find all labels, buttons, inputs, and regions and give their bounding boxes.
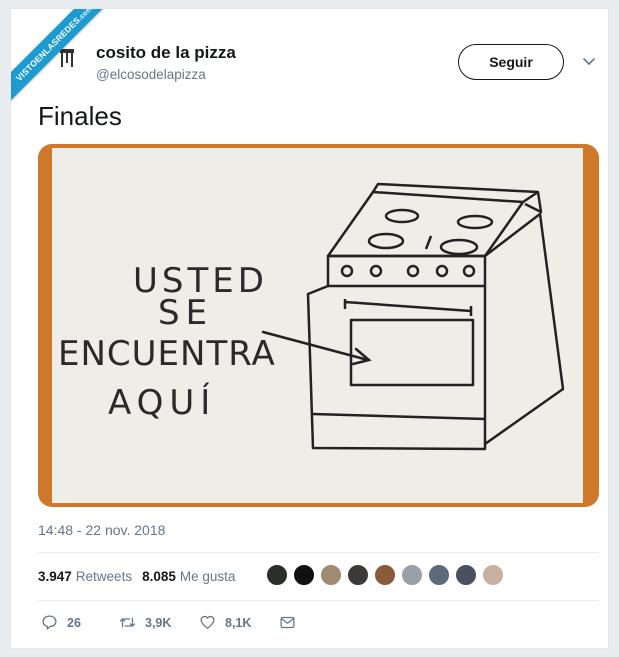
retweet-icon [119, 617, 136, 628]
tweet-card: VISTOENLASREDES.com cosito de la pizza @… [10, 8, 609, 649]
sign-line-4: AQUÍ [108, 382, 216, 423]
liker-avatar[interactable] [266, 564, 288, 586]
like-button[interactable]: 8,1K [199, 614, 279, 631]
retweet-button[interactable]: 3,9K [119, 614, 199, 631]
liker-avatar[interactable] [374, 564, 396, 586]
watermark-sublabel: .com [77, 9, 95, 23]
liker-avatar[interactable] [482, 564, 504, 586]
chevron-down-icon[interactable] [581, 53, 597, 69]
sign-line-3: ENCUENTRA [58, 334, 276, 374]
tweet-actions: 26 3,9K 8,1K [41, 614, 296, 631]
tweet-timestamp[interactable]: 14:48 - 22 nov. 2018 [38, 522, 165, 538]
message-icon [280, 616, 295, 629]
reply-button[interactable]: 26 [41, 614, 119, 631]
sign-line-2: SE [158, 293, 213, 333]
divider [38, 552, 599, 553]
liker-avatar[interactable] [401, 564, 423, 586]
liker-avatar[interactable] [455, 564, 477, 586]
retweets-count[interactable]: 3.947 [38, 569, 72, 584]
retweets-label[interactable]: Retweets [76, 569, 132, 584]
like-count: 8,1K [225, 615, 252, 630]
liker-avatars [266, 564, 509, 586]
likes-label[interactable]: Me gusta [180, 569, 236, 584]
liker-avatar[interactable] [428, 564, 450, 586]
reply-icon [42, 615, 57, 630]
watermark-label: VISTOENLASREDES [13, 14, 83, 84]
liker-avatar[interactable] [347, 564, 369, 586]
liker-avatar[interactable] [293, 564, 315, 586]
liker-avatar[interactable] [320, 564, 342, 586]
heart-icon [200, 615, 215, 629]
tweet-image[interactable]: USTED SE ENCUENTRA AQUÍ [38, 144, 599, 507]
retweet-count: 3,9K [145, 615, 172, 630]
direct-message-button[interactable] [279, 614, 296, 631]
engagement-stats: 3.947 Retweets 8.085 Me gusta [38, 565, 245, 587]
watermark-ribbon: VISTOENLASREDES.com [11, 9, 131, 129]
follow-button[interactable]: Seguir [458, 44, 564, 80]
likes-count[interactable]: 8.085 [142, 569, 176, 584]
divider [38, 600, 599, 601]
reply-count: 26 [67, 615, 81, 630]
